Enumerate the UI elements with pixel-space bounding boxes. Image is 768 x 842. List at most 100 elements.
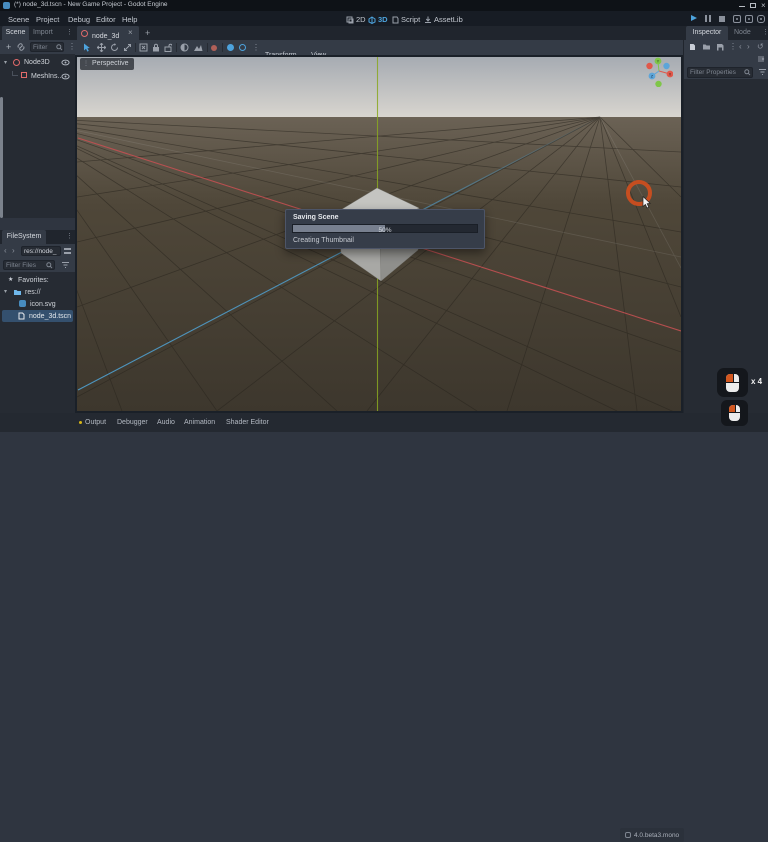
stop-button[interactable] (719, 16, 725, 22)
history-back-icon[interactable]: ‹ (4, 247, 7, 255)
add-node-icon[interactable]: + (6, 43, 11, 51)
tab-inspector[interactable]: Inspector (686, 26, 728, 40)
sun-toggle-icon[interactable] (227, 44, 234, 51)
menu-help[interactable]: Help (122, 15, 137, 24)
new-scene-tab-icon[interactable]: + (145, 29, 150, 37)
search-icon (46, 262, 53, 269)
sort-filter-icon[interactable] (758, 68, 767, 76)
tab-scene[interactable]: Scene (2, 26, 29, 40)
tab-script[interactable]: Script (392, 15, 420, 24)
file-row-icon-svg[interactable]: icon.svg (0, 298, 75, 310)
version-label: 4.0.beta3.mono (634, 832, 679, 839)
list-select-icon[interactable] (139, 43, 148, 52)
object-properties-icon[interactable] (757, 55, 765, 63)
script-icon (392, 16, 399, 24)
meshinstance3d-icon (21, 72, 27, 78)
menu-project[interactable]: Project (36, 15, 59, 24)
bottom-tab-output[interactable]: Output (85, 419, 106, 426)
filesystem-path-input[interactable] (21, 246, 61, 256)
menu-editor[interactable]: Editor (96, 15, 116, 24)
saving-scene-dialog: Saving Scene 50% Creating Thumbnail (285, 209, 485, 249)
resource-menu-icon[interactable]: ⋮ (729, 43, 737, 51)
camera-preview-icon[interactable] (211, 45, 217, 51)
bottom-tab-audio[interactable]: Audio (157, 419, 175, 426)
search-icon (56, 44, 63, 51)
rotate-tool-icon[interactable] (110, 43, 119, 52)
version-info[interactable]: 4.0.beta3.mono (620, 828, 684, 842)
menubar: Scene Project Debug Editor Help 2D 3D Sc… (0, 11, 768, 26)
movie-camera-icon[interactable] (745, 15, 753, 23)
file-row-node-3d-tscn[interactable]: node_3d.tscn (2, 310, 73, 322)
filesystem-menu-icon[interactable]: ⋮ (66, 230, 73, 244)
close-button[interactable]: × (761, 2, 766, 9)
bottom-tab-shader-editor[interactable]: Shader Editor (226, 419, 269, 426)
node-label: Node3D (24, 59, 50, 66)
visibility-eye-icon[interactable] (61, 59, 70, 66)
remote-debug-icon[interactable] (757, 15, 765, 23)
history-list-icon[interactable]: ↺ (757, 43, 764, 51)
environment-toggle-icon[interactable] (239, 44, 246, 51)
tab-filesystem[interactable]: FileSystem (2, 230, 46, 244)
history-forward-icon[interactable]: › (12, 247, 15, 255)
expand-icon[interactable]: ▾ (4, 288, 7, 295)
save-icon[interactable] (716, 43, 724, 51)
perspective-menu[interactable]: ⋮ Perspective (80, 58, 134, 70)
select-tool-icon[interactable] (83, 43, 91, 52)
mouse-left-click-icon (729, 405, 740, 421)
search-icon (744, 69, 751, 76)
separator (222, 43, 223, 52)
folder-label: res:// (25, 289, 41, 296)
tab-2d[interactable]: 2D (346, 15, 366, 24)
res-root-row[interactable]: ▾ res:// (0, 286, 75, 298)
instance-scene-link-icon[interactable] (17, 43, 26, 52)
move-tool-icon[interactable] (97, 43, 106, 52)
close-tab-icon[interactable]: × (128, 29, 133, 37)
tab-assetlib[interactable]: AssetLib (424, 15, 463, 24)
play-button[interactable] (691, 15, 697, 21)
click-count-label: x 4 (751, 377, 762, 386)
menu-scene[interactable]: Scene (8, 15, 29, 24)
tree-row-node3d[interactable]: ▾ Node3D (0, 56, 75, 69)
visibility-eye-icon[interactable] (61, 73, 70, 80)
expand-icon[interactable]: ▾ (4, 59, 7, 66)
tab-3d[interactable]: 3D (368, 15, 388, 24)
snap-icon[interactable] (193, 43, 203, 52)
view-options-icon[interactable]: ⋮ (252, 44, 260, 52)
scene-dock: Scene Import ⋮ + ⋮ ▾ Node3D MeshIns... F… (0, 26, 75, 413)
history-back-icon[interactable]: ‹ (739, 43, 742, 51)
unlock-icon[interactable] (164, 43, 172, 52)
local-space-icon[interactable] (180, 43, 189, 52)
scene-dock-scrollbar[interactable] (0, 97, 3, 218)
2d-icon (346, 16, 354, 24)
minimize-button[interactable] (739, 6, 745, 7)
menu-debug[interactable]: Debug (68, 15, 90, 24)
progress-percent-label: 50% (293, 227, 477, 234)
separator (207, 43, 208, 52)
tree-branch-line (12, 71, 18, 76)
load-folder-icon[interactable] (702, 43, 711, 50)
mouse-left-click-icon (726, 374, 739, 392)
maximize-button[interactable] (750, 3, 756, 8)
tab-node[interactable]: Node (734, 26, 751, 40)
scene-dock-menu-icon[interactable]: ⋮ (66, 26, 73, 40)
node3d-icon (13, 59, 20, 66)
new-resource-icon[interactable] (689, 43, 696, 51)
sort-filter-icon[interactable] (61, 261, 70, 269)
axis-navigation-gizmo[interactable]: Y Z X (645, 57, 673, 87)
pause-button[interactable] (705, 15, 711, 22)
scene-file-tab[interactable]: node_3d × (77, 26, 139, 40)
axis-ball-neg-y (655, 81, 661, 87)
movie-maker-icon[interactable] (733, 15, 741, 23)
scale-tool-icon[interactable] (123, 43, 132, 52)
lock-icon[interactable] (152, 43, 160, 52)
tab-import[interactable]: Import (33, 26, 53, 40)
split-mode-icon[interactable] (64, 248, 71, 250)
bottom-tab-animation[interactable]: Animation (184, 419, 215, 426)
bottom-tab-debugger[interactable]: Debugger (117, 419, 148, 426)
tree-row-meshinstance[interactable]: MeshIns... (0, 69, 75, 82)
history-forward-icon[interactable]: › (747, 43, 750, 51)
file-label: node_3d.tscn (29, 313, 71, 320)
spatial-toolbar: ⋮ Transform View (75, 40, 683, 55)
favorites-row[interactable]: ★ Favorites: (0, 274, 75, 286)
inspector-menu-icon[interactable]: ⋮ (762, 26, 768, 40)
